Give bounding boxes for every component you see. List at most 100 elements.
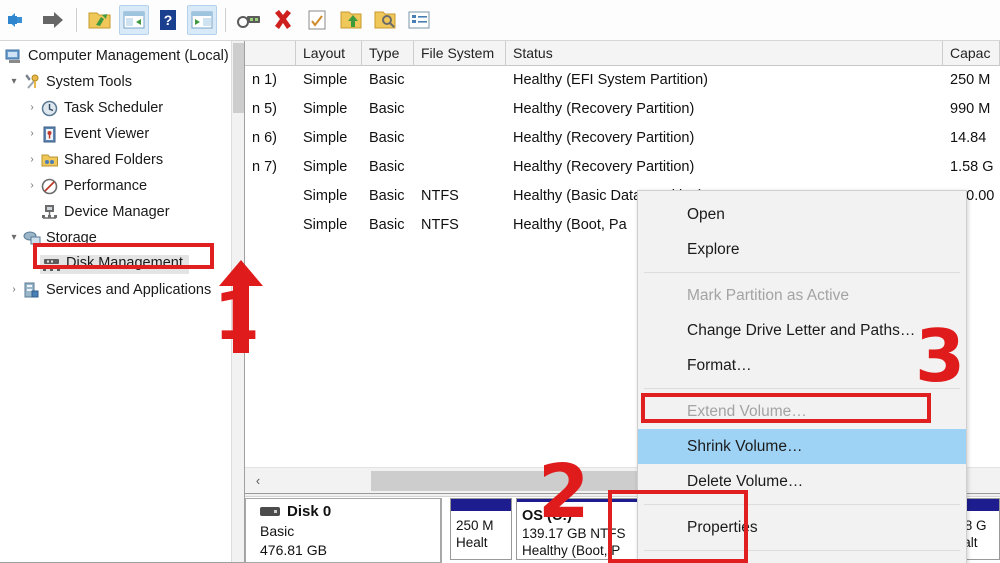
export-list-icon[interactable] bbox=[336, 5, 366, 35]
sidebar-item-label: System Tools bbox=[46, 74, 132, 90]
sidebar-item-label: Performance bbox=[64, 178, 148, 194]
console-tree-scrollbar[interactable] bbox=[231, 41, 244, 562]
show-hide-console-tree-icon[interactable] bbox=[119, 5, 149, 35]
cell-status: Healthy (Recovery Partition) bbox=[513, 101, 695, 117]
sidebar-item-disk-management[interactable]: Disk Management bbox=[2, 251, 244, 277]
column-header-layout[interactable]: Layout bbox=[296, 41, 362, 66]
cell-type: Basic bbox=[369, 101, 405, 117]
cell-capacity: 1.58 G bbox=[950, 159, 994, 175]
refresh-icon[interactable] bbox=[302, 5, 332, 35]
expander-closed-icon[interactable]: › bbox=[24, 147, 40, 173]
up-one-level-icon[interactable] bbox=[85, 5, 115, 35]
toolbar-separator bbox=[76, 8, 77, 32]
forward-icon[interactable] bbox=[38, 5, 68, 35]
delete-icon[interactable] bbox=[268, 5, 298, 35]
column-header-capacity[interactable]: Capac bbox=[943, 41, 1000, 66]
view-list-icon[interactable] bbox=[404, 5, 434, 35]
expander-closed-icon[interactable]: › bbox=[24, 95, 40, 121]
tree-root-computer-management[interactable]: Computer Management (Local) bbox=[2, 43, 244, 69]
context-menu-separator bbox=[644, 550, 960, 551]
ctx-change-drive-letter-and-paths[interactable]: Change Drive Letter and Paths… bbox=[638, 313, 966, 348]
column-header-name[interactable] bbox=[245, 41, 296, 66]
scroll-left-arrow-icon[interactable]: ‹ bbox=[245, 468, 271, 494]
ctx-delete-volume[interactable]: Delete Volume… bbox=[638, 464, 966, 499]
volume-list-header: Layout Type File System Status Capac bbox=[245, 41, 1000, 66]
partition-color-bar bbox=[451, 499, 511, 513]
ctx-shrink-volume[interactable]: Shrink Volume… bbox=[638, 429, 966, 464]
partition-size: 250 M bbox=[456, 518, 494, 533]
sidebar-item-label: Event Viewer bbox=[64, 126, 150, 142]
column-header-type[interactable]: Type bbox=[362, 41, 414, 66]
table-row[interactable]: n 1) Simple Basic Healthy (EFI System Pa… bbox=[245, 66, 1000, 95]
back-icon[interactable] bbox=[4, 5, 34, 35]
disk-management-icon bbox=[42, 255, 61, 274]
sidebar-item-label: Services and Applications bbox=[46, 282, 212, 298]
context-menu[interactable]: Open Explore Mark Partition as Active Ch… bbox=[637, 190, 967, 563]
cell-file-system: NTFS bbox=[421, 188, 459, 204]
cell-layout: Simple bbox=[303, 217, 348, 233]
cell-file-system: NTFS bbox=[421, 217, 459, 233]
column-header-file-system[interactable]: File System bbox=[414, 41, 506, 66]
table-row[interactable]: n 6) Simple Basic Healthy (Recovery Part… bbox=[245, 124, 1000, 153]
expander-open-icon[interactable]: ▾ bbox=[6, 69, 22, 95]
ctx-properties[interactable]: Properties bbox=[638, 510, 966, 545]
disk-size-label: 476.81 GB bbox=[260, 542, 327, 558]
sidebar-item-device-manager[interactable]: Device Manager bbox=[2, 199, 244, 225]
expander-closed-icon[interactable]: › bbox=[24, 173, 40, 199]
rescan-disks-icon[interactable] bbox=[370, 5, 400, 35]
console-tree-pane[interactable]: Computer Management (Local) ▾ System Too… bbox=[0, 41, 245, 563]
sidebar-item-event-viewer[interactable]: › Event Viewer bbox=[2, 121, 244, 147]
properties-icon[interactable] bbox=[234, 5, 264, 35]
sidebar-item-task-scheduler[interactable]: › Task Scheduler bbox=[2, 95, 244, 121]
cell-capacity: 14.84 bbox=[950, 130, 987, 146]
table-row[interactable]: n 5) Simple Basic Healthy (Recovery Part… bbox=[245, 95, 1000, 124]
partition-status: Healt bbox=[456, 535, 488, 550]
cell-capacity: 250 M bbox=[950, 72, 991, 88]
clock-icon bbox=[40, 99, 59, 118]
sidebar-item-system-tools[interactable]: ▾ System Tools bbox=[2, 69, 244, 95]
cell-layout: Simple bbox=[303, 159, 348, 175]
ctx-open[interactable]: Open bbox=[638, 197, 966, 232]
expander-closed-icon[interactable]: › bbox=[6, 277, 22, 303]
performance-icon bbox=[40, 177, 59, 196]
cell-file-system bbox=[414, 153, 506, 182]
sidebar-item-shared-folders[interactable]: › Shared Folders bbox=[2, 147, 244, 173]
expander-closed-icon[interactable]: › bbox=[24, 121, 40, 147]
table-row[interactable]: n 7) Simple Basic Healthy (Recovery Part… bbox=[245, 153, 1000, 182]
cell-name: n 5) bbox=[252, 101, 277, 117]
partition-body: 250 M Healt bbox=[451, 513, 511, 551]
selected-row-highlight[interactable]: Disk Management bbox=[40, 254, 189, 274]
expander-open-icon[interactable]: ▾ bbox=[6, 225, 22, 251]
tools-icon bbox=[22, 73, 41, 92]
cell-capacity: 990 M bbox=[950, 101, 991, 117]
expander-none bbox=[24, 199, 40, 225]
partition-efi[interactable]: 250 M Healt bbox=[450, 498, 512, 560]
cell-name bbox=[245, 211, 296, 240]
tree-root-label: Computer Management (Local) bbox=[28, 48, 229, 64]
ctx-help[interactable]: Help bbox=[638, 556, 966, 563]
svg-text:?: ? bbox=[164, 12, 173, 28]
show-hide-action-pane-icon[interactable] bbox=[187, 5, 217, 35]
cell-type: Basic bbox=[369, 188, 405, 204]
cell-layout: Simple bbox=[303, 101, 348, 117]
ctx-format[interactable]: Format… bbox=[638, 348, 966, 383]
cell-type: Basic bbox=[369, 130, 405, 146]
scrollbar-thumb[interactable] bbox=[233, 43, 244, 113]
sidebar-item-services-and-applications[interactable]: › Services and Applications bbox=[2, 277, 244, 303]
disk-info-panel[interactable]: Disk 0 Basic 476.81 GB Online bbox=[245, 498, 442, 563]
ctx-explore[interactable]: Explore bbox=[638, 232, 966, 267]
ctx-mark-partition-as-active: Mark Partition as Active bbox=[687, 286, 849, 304]
cell-status: Healthy (Recovery Partition) bbox=[513, 130, 695, 146]
cell-layout: Simple bbox=[303, 188, 348, 204]
console-tree: Computer Management (Local) ▾ System Too… bbox=[0, 41, 244, 303]
disk-icon bbox=[260, 507, 280, 516]
cell-status: Healthy (EFI System Partition) bbox=[513, 72, 708, 88]
column-header-status[interactable]: Status bbox=[506, 41, 943, 66]
sidebar-item-storage[interactable]: ▾ Storage bbox=[2, 225, 244, 251]
disk-management-window: ? Computer Management (Local) ▾ System T… bbox=[0, 0, 1000, 563]
cell-name: n 7) bbox=[252, 159, 277, 175]
ctx-extend-volume: Extend Volume… bbox=[687, 402, 807, 420]
sidebar-item-performance[interactable]: › Performance bbox=[2, 173, 244, 199]
help-icon[interactable]: ? bbox=[153, 5, 183, 35]
cell-name: n 6) bbox=[252, 130, 277, 146]
